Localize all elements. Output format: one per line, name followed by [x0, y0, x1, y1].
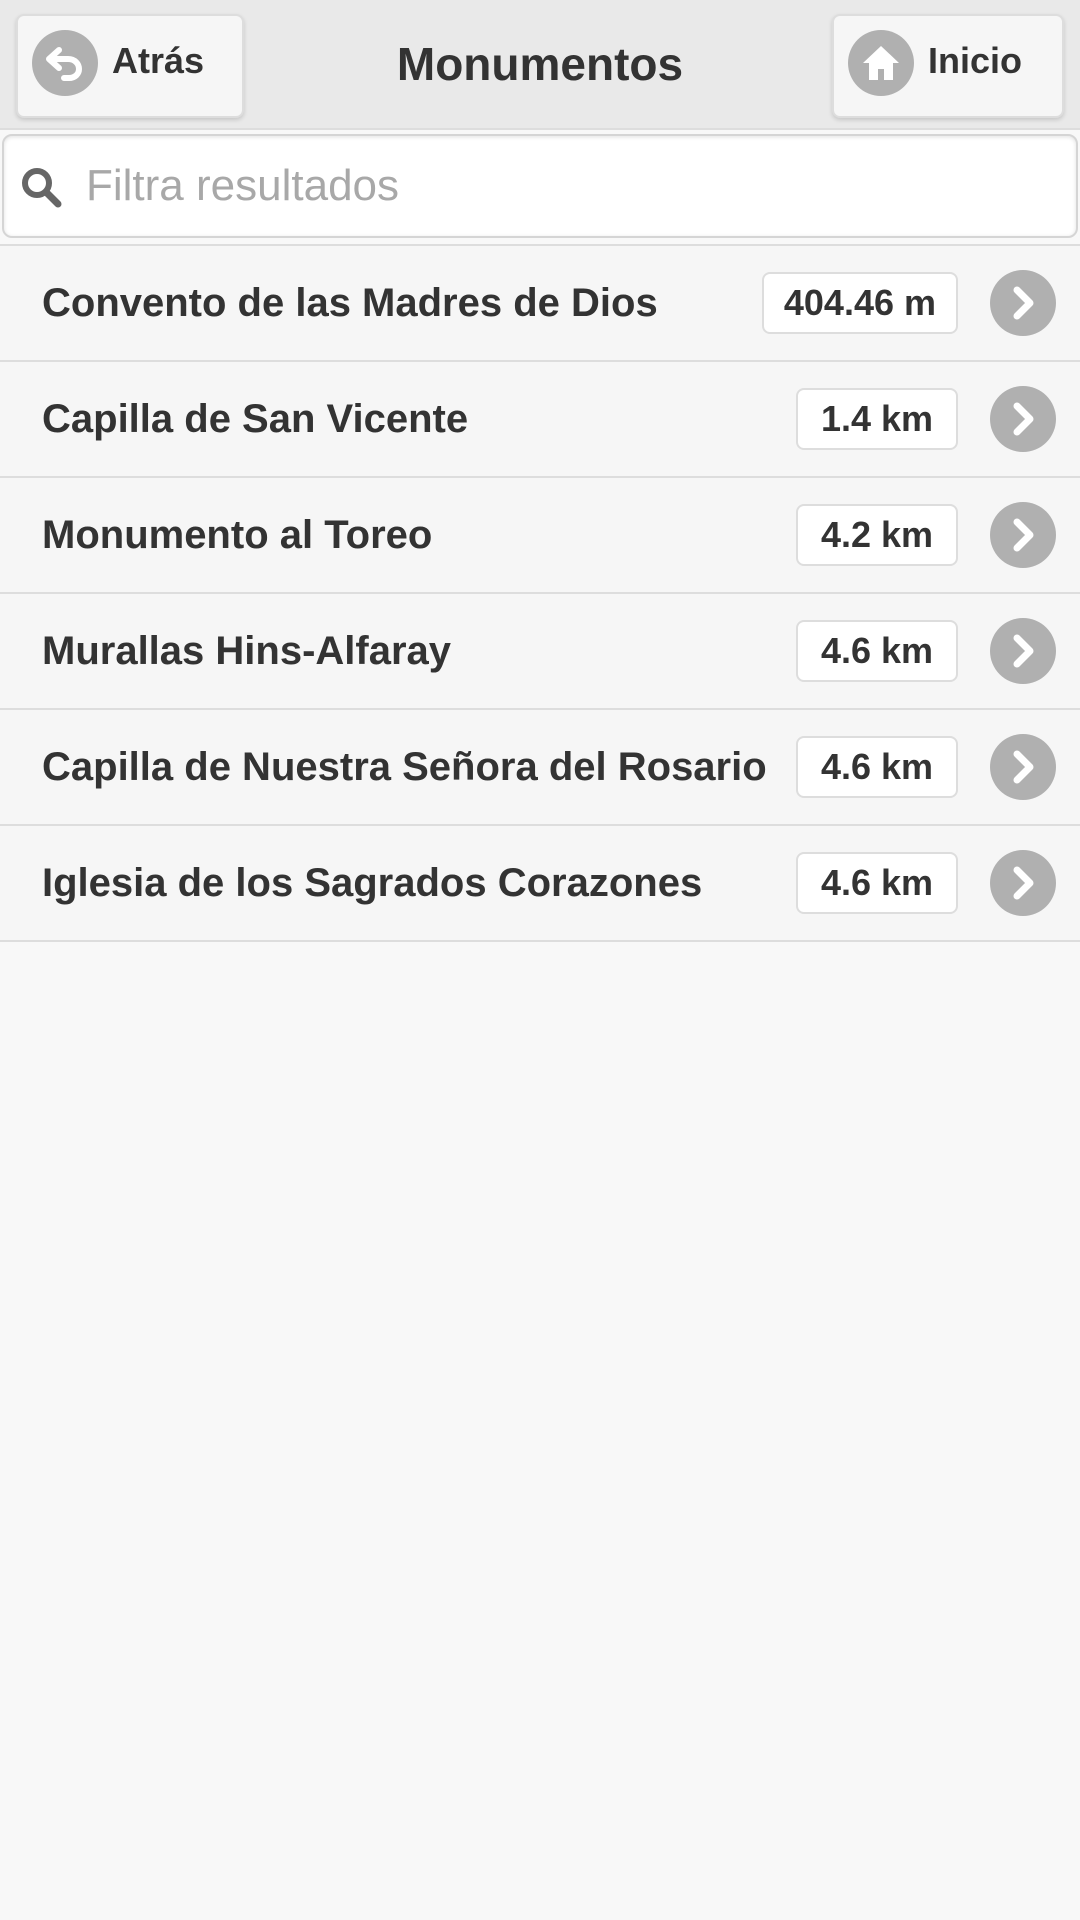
back-arrow-icon: [32, 30, 98, 96]
list-item[interactable]: Monumento al Toreo 4.2 km: [0, 478, 1080, 594]
list-item-name: Capilla de San Vicente: [42, 397, 469, 441]
list-item[interactable]: Iglesia de los Sagrados Corazones 4.6 km: [0, 826, 1080, 942]
chevron-right-icon: [990, 270, 1056, 336]
home-button[interactable]: Inicio: [832, 14, 1064, 118]
list-item-name: Monumento al Toreo: [42, 513, 433, 557]
search-icon: [18, 164, 66, 212]
distance-badge: 1.4 km: [796, 388, 958, 450]
list-item[interactable]: Convento de las Madres de Dios 404.46 m: [0, 246, 1080, 362]
chevron-right-icon: [990, 502, 1056, 568]
distance-badge: 4.6 km: [796, 736, 958, 798]
home-icon: [848, 30, 914, 96]
list-item-name: Murallas Hins-Alfaray: [42, 629, 452, 673]
list-item-name: Iglesia de los Sagrados Corazones: [42, 861, 703, 905]
chevron-right-icon: [990, 734, 1056, 800]
page-title: Monumentos: [396, 38, 684, 90]
home-button-label: Inicio: [928, 40, 1023, 81]
list-item[interactable]: Murallas Hins-Alfaray 4.6 km: [0, 594, 1080, 710]
list-item[interactable]: Capilla de Nuestra Señora del Rosario 4.6…: [0, 710, 1080, 826]
chevron-right-icon: [990, 850, 1056, 916]
chevron-right-icon: [990, 618, 1056, 684]
list-item[interactable]: Capilla de San Vicente 1.4 km: [0, 362, 1080, 478]
list-item-name: Capilla de Nuestra Señora del Rosario: [42, 745, 767, 789]
chevron-right-icon: [990, 386, 1056, 452]
back-button[interactable]: Atrás: [16, 14, 244, 118]
search-input[interactable]: [86, 150, 1046, 222]
search-bar: [2, 134, 1078, 238]
distance-badge: 404.46 m: [761, 272, 958, 334]
header-bar: Atrás Monumentos Inicio: [0, 0, 1080, 130]
distance-badge: 4.2 km: [796, 504, 958, 566]
distance-badge: 4.6 km: [796, 620, 958, 682]
distance-badge: 4.6 km: [796, 852, 958, 914]
back-button-label: Atrás: [112, 40, 205, 81]
list-item-name: Convento de las Madres de Dios: [42, 281, 658, 325]
results-list: Convento de las Madres de Dios 404.46 m Ca…: [0, 244, 1080, 942]
